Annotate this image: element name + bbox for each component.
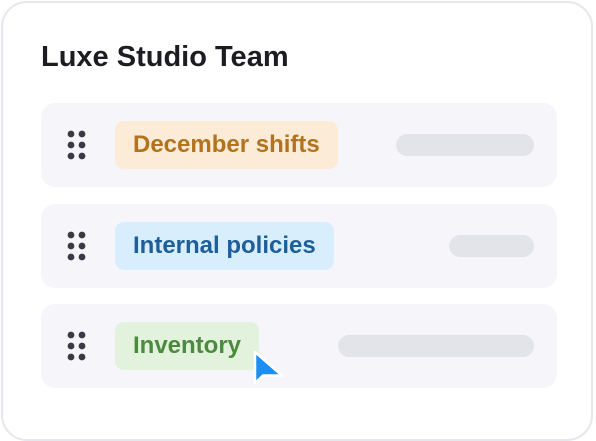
list-item-inventory[interactable]: Inventory: [41, 304, 557, 388]
placeholder-bar: [449, 235, 534, 257]
tag-label: December shifts: [115, 121, 338, 169]
team-card: Luxe Studio Team December shifts Interna…: [1, 1, 593, 441]
mouse-pointer-icon: [252, 350, 286, 390]
placeholder-bar: [338, 335, 534, 357]
placeholder-bar: [396, 134, 534, 156]
list-item-december-shifts[interactable]: December shifts: [41, 103, 557, 187]
tag-label: Internal policies: [115, 222, 334, 270]
drag-handle-icon[interactable]: [67, 331, 87, 361]
card-title: Luxe Studio Team: [41, 41, 289, 73]
drag-handle-icon[interactable]: [67, 130, 87, 160]
drag-handle-icon[interactable]: [67, 231, 87, 261]
tag-label: Inventory: [115, 322, 260, 370]
list-item-internal-policies[interactable]: Internal policies: [41, 204, 557, 288]
